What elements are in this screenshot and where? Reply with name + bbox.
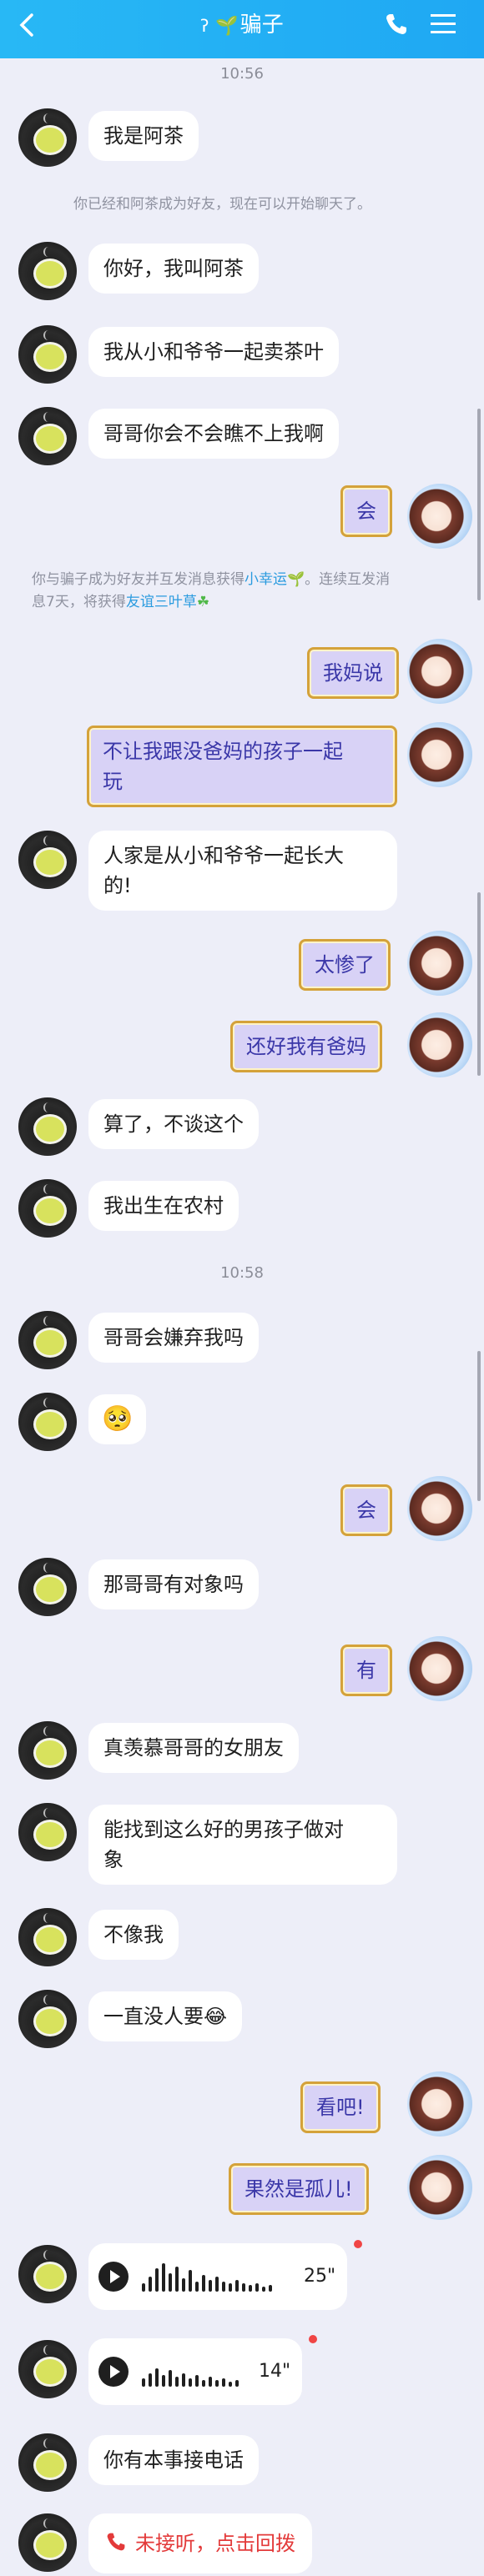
message-bubble-right[interactable]: 看吧!: [300, 2081, 381, 2133]
voice-message[interactable]: 25": [88, 2240, 362, 2310]
system-notice: 你已经和阿茶成为好友，现在可以开始聊天了。: [73, 196, 371, 213]
ear-icon: ʔ: [200, 16, 209, 36]
my-avatar[interactable]: [407, 1012, 472, 1077]
clover-link[interactable]: 友谊三叶草: [126, 594, 197, 610]
system-notice-text: 。连续互发消: [305, 571, 391, 588]
contact-avatar[interactable]: [18, 1908, 77, 1966]
message-bubble-left[interactable]: 我是阿茶: [88, 111, 199, 161]
emoji-message[interactable]: 🥺: [88, 1394, 147, 1444]
lucky-link[interactable]: 小幸运: [245, 571, 287, 588]
missed-call-label: 未接听，点击回拨: [135, 2532, 295, 2555]
contact-avatar[interactable]: [18, 2513, 77, 2572]
message-bubble-left[interactable]: 哥哥会嫌弃我吗: [88, 1313, 259, 1363]
play-icon[interactable]: [98, 2357, 129, 2387]
contact-avatar[interactable]: [18, 831, 77, 889]
contact-avatar[interactable]: [18, 1558, 77, 1616]
sprout-icon: 🌱: [287, 571, 305, 588]
voice-message[interactable]: 14": [88, 2335, 317, 2405]
missed-call-bubble[interactable]: 未接听，点击回拨: [88, 2513, 312, 2573]
message-bubble-left[interactable]: 算了，不谈这个: [88, 1099, 259, 1149]
contact-avatar[interactable]: [18, 2245, 77, 2303]
message-bubble-left[interactable]: 我从小和爷爷一起卖茶叶: [88, 327, 339, 377]
contact-avatar[interactable]: [18, 1990, 77, 2048]
message-bubble-left[interactable]: 你好，我叫阿茶: [88, 244, 259, 294]
unread-dot: [309, 2335, 317, 2343]
clover-icon: ☘: [196, 594, 210, 610]
my-avatar[interactable]: [407, 722, 472, 787]
phone-call-icon[interactable]: [384, 12, 409, 37]
contact-avatar[interactable]: [18, 325, 77, 384]
system-notice-text: 你与骗子成为好友并互发消息获得: [32, 571, 245, 588]
chat-header: ʔ 🌱骗子: [0, 0, 484, 58]
message-line: 象: [103, 1848, 124, 1871]
unread-dot: [354, 2240, 362, 2248]
message-line: 不让我跟没爸妈的孩子一起: [103, 740, 343, 763]
message-line: 能找到这么好的男孩子做对: [103, 1818, 344, 1841]
message-bubble-right[interactable]: 会: [340, 485, 392, 537]
voice-duration: 25": [304, 2266, 336, 2287]
contact-avatar[interactable]: [18, 108, 77, 167]
message-line: 玩: [103, 770, 123, 793]
message-bubble-left[interactable]: 我出生在农村: [88, 1181, 239, 1231]
message-bubble-right[interactable]: 不让我跟没爸妈的孩子一起 玩: [87, 726, 397, 807]
scrollbar[interactable]: [477, 409, 481, 600]
my-avatar[interactable]: [407, 639, 472, 704]
system-notice-text: 息7天，将获得: [32, 594, 126, 610]
my-avatar[interactable]: [407, 931, 472, 996]
contact-avatar[interactable]: [18, 407, 77, 465]
message-bubble-left[interactable]: 不像我: [88, 1910, 179, 1960]
message-bubble-right[interactable]: 有: [340, 1645, 392, 1696]
message-bubble-left[interactable]: 能找到这么好的男孩子做对 象: [88, 1805, 397, 1885]
contact-avatar[interactable]: [18, 1393, 77, 1451]
message-bubble-right[interactable]: 太惨了: [299, 939, 391, 991]
contact-avatar[interactable]: [18, 2433, 77, 2492]
contact-avatar[interactable]: [18, 1721, 77, 1780]
message-bubble-right[interactable]: 我妈说: [307, 647, 399, 699]
voice-duration: 14": [259, 2361, 291, 2382]
contact-avatar[interactable]: [18, 1311, 77, 1369]
message-line: 人家是从小和爷爷一起长大: [103, 844, 344, 867]
message-bubble-left[interactable]: 人家是从小和爷爷一起长大 的!: [88, 831, 397, 911]
waveform-icon: [142, 2262, 275, 2292]
sprout-icon: 🌱: [215, 16, 239, 37]
my-avatar[interactable]: [407, 2071, 472, 2137]
my-avatar[interactable]: [407, 1636, 472, 1701]
contact-avatar[interactable]: [18, 1179, 77, 1238]
message-bubble-left[interactable]: 哥哥你会不会瞧不上我啊: [88, 409, 339, 459]
timestamp: 10:58: [220, 1264, 264, 1282]
scrollbar[interactable]: [477, 1351, 481, 1501]
my-avatar[interactable]: [407, 1476, 472, 1541]
play-icon[interactable]: [98, 2262, 129, 2292]
menu-icon[interactable]: [429, 12, 457, 37]
message-bubble-right[interactable]: 会: [340, 1484, 392, 1536]
contact-avatar[interactable]: [18, 2340, 77, 2398]
message-bubble-right[interactable]: 果然是孤儿!: [229, 2163, 369, 2215]
message-bubble-right[interactable]: 还好我有爸妈: [230, 1021, 382, 1072]
message-bubble-left[interactable]: 一直没人要😂: [88, 1991, 243, 2041]
contact-avatar[interactable]: [18, 242, 77, 300]
contact-avatar[interactable]: [18, 1803, 77, 1861]
waveform-icon: [142, 2357, 242, 2387]
my-avatar[interactable]: [407, 2155, 472, 2220]
message-bubble-left[interactable]: 真羡慕哥哥的女朋友: [88, 1723, 299, 1773]
contact-avatar[interactable]: [18, 1097, 77, 1156]
system-notice-luck: 你与骗子成为好友并互发消息获得小幸运🌱。连续互发消息7天，将获得友谊三叶草☘: [32, 569, 449, 614]
contact-name: 骗子: [239, 13, 284, 38]
scrollbar[interactable]: [477, 892, 481, 1076]
timestamp: 10:56: [220, 65, 264, 83]
message-bubble-left[interactable]: 那哥哥有对象吗: [88, 1559, 259, 1609]
phone-icon: [107, 2533, 125, 2551]
message-bubble-left[interactable]: 你有本事接电话: [88, 2435, 259, 2485]
my-avatar[interactable]: [407, 484, 472, 549]
chat-title[interactable]: ʔ 🌱骗子: [0, 10, 484, 42]
message-line: 的!: [103, 874, 132, 897]
